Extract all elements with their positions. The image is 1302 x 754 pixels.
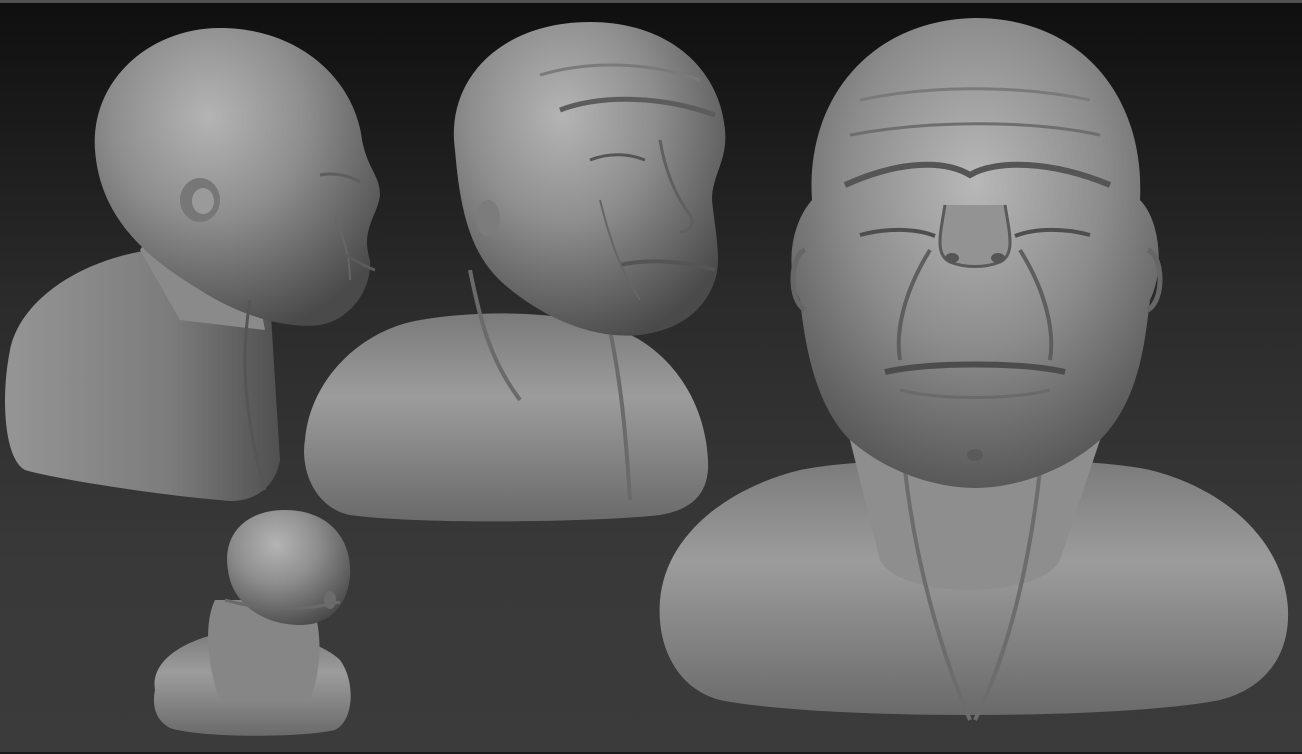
bust-rear-view[interactable]: [153, 510, 351, 736]
nostril-right: [991, 253, 1005, 263]
chin-dimple: [967, 449, 983, 461]
bust-front-view[interactable]: [659, 18, 1289, 721]
ear: [476, 200, 500, 236]
shoulders: [304, 313, 709, 522]
head: [453, 22, 726, 336]
canvas[interactable]: [0, 0, 1302, 754]
sculpt-viewport[interactable]: [0, 0, 1302, 754]
ear-inner: [192, 188, 214, 214]
nostril-left: [945, 253, 959, 263]
